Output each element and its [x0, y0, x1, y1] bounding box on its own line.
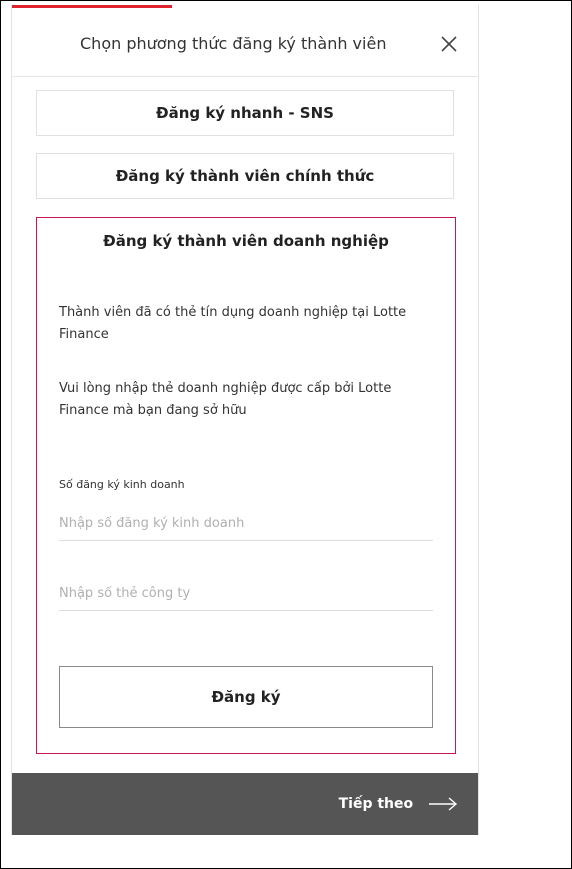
- sns-register-button[interactable]: Đăng ký nhanh - SNS: [36, 90, 454, 136]
- close-icon[interactable]: [439, 34, 459, 54]
- panel-header: Chọn phương thức đăng ký thành viên: [12, 8, 478, 77]
- register-button[interactable]: Đăng ký: [59, 666, 433, 728]
- next-button[interactable]: Tiếp theo: [339, 773, 458, 835]
- business-register-section: Đăng ký thành viên doanh nghiệp Thành vi…: [36, 217, 456, 754]
- arrow-right-icon: [429, 797, 458, 811]
- official-register-button[interactable]: Đăng ký thành viên chính thức: [36, 153, 454, 199]
- company-card-input[interactable]: [59, 576, 433, 611]
- footer-bar: Tiếp theo: [12, 773, 478, 835]
- business-number-label: Số đăng ký kinh doanh: [59, 478, 185, 491]
- next-label: Tiếp theo: [338, 796, 414, 812]
- panel-title: Chọn phương thức đăng ký thành viên: [80, 34, 387, 53]
- registration-method-panel: Chọn phương thức đăng ký thành viên Đăng…: [11, 5, 479, 835]
- business-number-input[interactable]: [59, 506, 433, 541]
- business-section-title: Đăng ký thành viên doanh nghiệp: [103, 232, 389, 250]
- business-description-1: Thành viên đã có thẻ tín dụng doanh nghi…: [59, 305, 407, 342]
- business-description-2: Vui lòng nhập thẻ doanh nghiệp được cấp …: [59, 381, 392, 418]
